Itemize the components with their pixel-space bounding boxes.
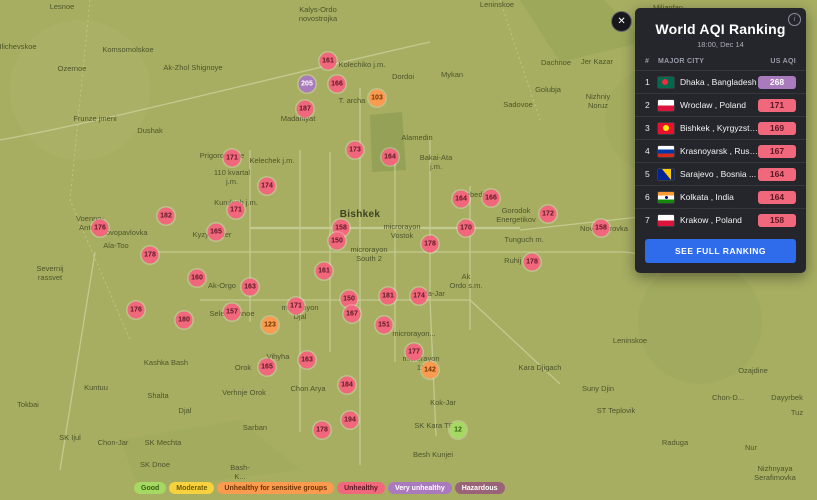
aqi-marker[interactable]: 184 xyxy=(339,377,356,394)
aqi-marker[interactable]: 12 xyxy=(450,422,467,439)
aqi-marker[interactable]: 166 xyxy=(483,190,500,207)
aqi-marker[interactable]: 194 xyxy=(342,412,359,429)
ranking-row[interactable]: 5 Sarajevo , Bosnia ...164 xyxy=(635,162,806,185)
city-name: Sarajevo , Bosnia ... xyxy=(680,169,758,179)
ranking-row[interactable]: 4 Krasnoyarsk , Russia167 xyxy=(635,139,806,162)
rank-number: 5 xyxy=(645,169,658,179)
legend-item: Good xyxy=(134,482,166,494)
aqi-marker[interactable]: 170 xyxy=(458,220,475,237)
aqi-marker[interactable]: 142 xyxy=(422,362,439,379)
ranking-header: # MAJOR CITY US AQI xyxy=(635,49,806,70)
aqi-marker[interactable]: 123 xyxy=(262,317,279,334)
aqi-badge: 268 xyxy=(758,76,796,89)
flag-icon-pl xyxy=(658,100,674,111)
aqi-marker[interactable]: 181 xyxy=(380,288,397,305)
aqi-marker[interactable]: 182 xyxy=(158,208,175,225)
city-name: Krakow , Poland xyxy=(680,215,758,225)
rank-column-header: # xyxy=(645,58,658,65)
rank-number: 6 xyxy=(645,192,658,202)
city-name: Bishkek , Kyrgyzstan xyxy=(680,123,758,133)
panel-title: World AQI Ranking xyxy=(641,21,800,37)
aqi-marker[interactable]: 164 xyxy=(453,191,470,208)
aqi-marker[interactable]: 174 xyxy=(259,178,276,195)
flag-icon-in xyxy=(658,192,674,203)
aqi-legend: GoodModerateUnhealthy for sensitive grou… xyxy=(134,482,505,494)
aqi-marker[interactable]: 174 xyxy=(411,288,428,305)
rank-number: 7 xyxy=(645,215,658,225)
aqi-marker[interactable]: 163 xyxy=(299,352,316,369)
flag-icon-bd xyxy=(658,77,674,88)
aqi-marker[interactable]: 180 xyxy=(176,312,193,329)
legend-item: Very unhealthy xyxy=(388,482,452,494)
flag-icon-kg xyxy=(658,123,674,134)
city-name: Wroclaw , Poland xyxy=(680,100,758,110)
aqi-marker[interactable]: 103 xyxy=(369,90,386,107)
legend-item: Hazardous xyxy=(455,482,505,494)
aqi-column-header: US AQI xyxy=(770,58,796,65)
aqi-marker[interactable]: 173 xyxy=(347,142,364,159)
ranking-panel: ✕ i World AQI Ranking 18:00, Dec 14 # MA… xyxy=(635,8,806,273)
flag-icon-ba xyxy=(658,169,674,180)
aqi-marker[interactable]: 151 xyxy=(376,317,393,334)
aqi-badge: 171 xyxy=(758,99,796,112)
aqi-marker[interactable]: 161 xyxy=(320,53,337,70)
aqi-badge: 164 xyxy=(758,168,796,181)
see-full-ranking-button[interactable]: SEE FULL RANKING xyxy=(645,239,796,263)
close-icon[interactable]: ✕ xyxy=(611,11,632,32)
aqi-marker[interactable]: 171 xyxy=(228,202,245,219)
aqi-marker[interactable]: 158 xyxy=(593,220,610,237)
aqi-marker[interactable]: 166 xyxy=(329,76,346,93)
aqi-marker[interactable]: 176 xyxy=(92,220,109,237)
aqi-marker[interactable]: 178 xyxy=(314,422,331,439)
aqi-marker[interactable]: 172 xyxy=(540,206,557,223)
city-column-header: MAJOR CITY xyxy=(658,58,770,65)
aqi-marker[interactable]: 178 xyxy=(142,247,159,264)
aqi-marker[interactable]: 157 xyxy=(224,304,241,321)
flag-icon-ru xyxy=(658,146,674,157)
legend-item: Moderate xyxy=(169,482,214,494)
aqi-marker[interactable]: 150 xyxy=(329,233,346,250)
flag-icon-pl xyxy=(658,215,674,226)
ranking-row[interactable]: 6 Kolkata , India164 xyxy=(635,185,806,208)
aqi-marker[interactable]: 205 xyxy=(299,76,316,93)
aqi-badge: 164 xyxy=(758,191,796,204)
aqi-marker[interactable]: 171 xyxy=(224,150,241,167)
aqi-marker[interactable]: 165 xyxy=(259,359,276,376)
rank-number: 3 xyxy=(645,123,658,133)
city-name: Dhaka , Bangladesh xyxy=(680,77,758,87)
aqi-marker[interactable]: 163 xyxy=(242,279,259,296)
legend-item: Unhealthy xyxy=(337,482,385,494)
rank-number: 4 xyxy=(645,146,658,156)
aqi-marker[interactable]: 171 xyxy=(288,298,305,315)
ranking-row[interactable]: 3 Bishkek , Kyrgyzstan169 xyxy=(635,116,806,139)
ranking-rows: 1Dhaka , Bangladesh2682Wroclaw , Poland1… xyxy=(635,70,806,231)
info-icon[interactable]: i xyxy=(788,13,801,26)
city-name: Kolkata , India xyxy=(680,192,758,202)
aqi-marker[interactable]: 164 xyxy=(382,149,399,166)
aqi-marker[interactable]: 178 xyxy=(422,236,439,253)
app: LesnoeKalys-Ordo novostrojkaLeninskoeMil… xyxy=(0,0,817,500)
aqi-badge: 167 xyxy=(758,145,796,158)
rank-number: 1 xyxy=(645,77,658,87)
city-name: Krasnoyarsk , Russia xyxy=(680,146,758,156)
ranking-row[interactable]: 7 Krakow , Poland158 xyxy=(635,208,806,231)
ranking-row[interactable]: 2 Wroclaw , Poland171 xyxy=(635,93,806,116)
rank-number: 2 xyxy=(645,100,658,110)
aqi-marker[interactable]: 177 xyxy=(406,344,423,361)
ranking-row[interactable]: 1 Dhaka , Bangladesh268 xyxy=(635,70,806,93)
aqi-badge: 158 xyxy=(758,214,796,227)
aqi-marker[interactable]: 167 xyxy=(344,306,361,323)
aqi-marker[interactable]: 161 xyxy=(316,263,333,280)
aqi-marker[interactable]: 187 xyxy=(297,101,314,118)
panel-subtitle: 18:00, Dec 14 xyxy=(635,40,806,49)
aqi-badge: 169 xyxy=(758,122,796,135)
aqi-marker[interactable]: 176 xyxy=(128,302,145,319)
legend-item: Unhealthy for sensitive groups xyxy=(217,482,334,494)
aqi-marker[interactable]: 165 xyxy=(208,224,225,241)
aqi-marker[interactable]: 160 xyxy=(189,270,206,287)
aqi-marker[interactable]: 178 xyxy=(524,254,541,271)
